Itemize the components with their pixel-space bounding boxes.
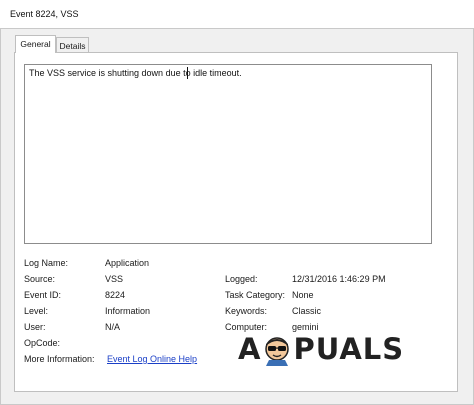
keywords-label: Keywords: bbox=[225, 306, 268, 316]
task-category-label: Task Category: bbox=[225, 290, 286, 300]
appuals-watermark: A PUALS bbox=[238, 332, 404, 366]
keywords-value: Classic bbox=[292, 306, 322, 316]
level-value: Information bbox=[105, 306, 151, 316]
text-cursor bbox=[187, 67, 188, 79]
window-title: Event 8224, VSS bbox=[10, 9, 79, 19]
logged-label: Logged: bbox=[225, 274, 258, 284]
event-description-text: The VSS service is shutting down due to … bbox=[29, 68, 242, 78]
event-description-box[interactable]: The VSS service is shutting down due to … bbox=[24, 64, 432, 244]
logged-value: 12/31/2016 1:46:29 PM bbox=[292, 274, 386, 284]
event-log-online-help-link[interactable]: Event Log Online Help bbox=[107, 354, 197, 364]
source-label: Source: bbox=[24, 274, 56, 284]
level-label: Level: bbox=[24, 306, 49, 316]
event-id-value: 8224 bbox=[105, 290, 126, 300]
source-value: VSS bbox=[105, 274, 124, 284]
event-id-label: Event ID: bbox=[24, 290, 62, 300]
more-info-label: More Information: bbox=[24, 354, 95, 364]
computer-value: gemini bbox=[292, 322, 319, 332]
watermark-text-right: PUALS bbox=[293, 332, 405, 366]
log-name-label: Log Name: bbox=[24, 258, 69, 268]
computer-label: Computer: bbox=[225, 322, 268, 332]
window-titlebar: Event 8224, VSS bbox=[0, 0, 474, 29]
log-name-value: Application bbox=[105, 258, 150, 268]
user-label: User: bbox=[24, 322, 46, 332]
opcode-label: OpCode: bbox=[24, 338, 61, 348]
task-category-value: None bbox=[292, 290, 314, 300]
user-value: N/A bbox=[105, 322, 121, 332]
tab-general[interactable]: General bbox=[15, 35, 56, 53]
watermark-text-left: A bbox=[238, 332, 262, 366]
tab-details[interactable]: Details bbox=[56, 37, 89, 53]
mascot-icon bbox=[262, 336, 292, 366]
